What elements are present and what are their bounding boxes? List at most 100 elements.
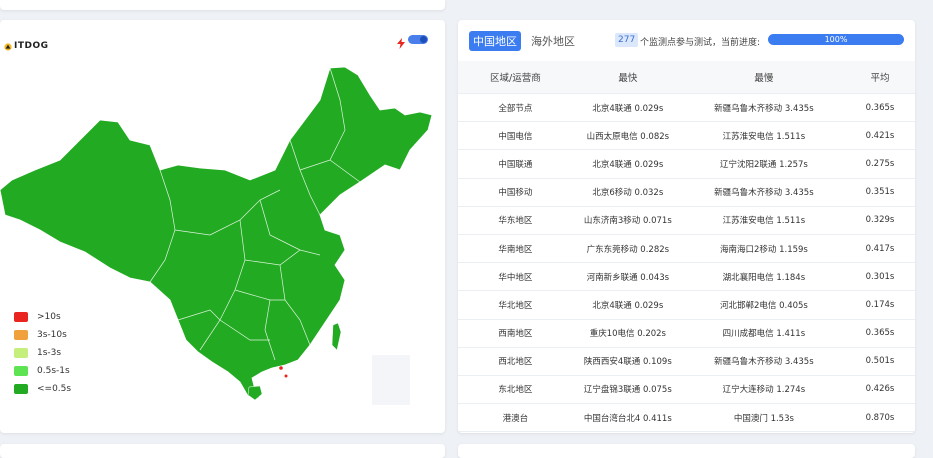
cell-region: 中国移动 xyxy=(458,178,573,207)
cell-average: 0.329s xyxy=(844,206,915,235)
column-header-average[interactable]: 平均 xyxy=(844,61,915,94)
table-row[interactable]: 西北地区 陕西西安4联通 0.109s 新疆乌鲁木齐移动 3.435s 0.501s xyxy=(458,347,915,376)
legend-label: 3s-10s xyxy=(37,330,67,340)
table-row[interactable]: 中国电信 山西太原电信 0.082s 江苏淮安电信 1.511s 0.421s xyxy=(458,121,915,151)
cell-slowest: 湖北襄阳电信 1.184s xyxy=(682,262,845,292)
table-row[interactable]: 西南地区 重庆10电信 0.202s 四川成都电信 1.411s 0.365s xyxy=(458,319,915,348)
lightning-icon xyxy=(397,34,405,53)
cell-slowest: 海南海口2移动 1.159s xyxy=(682,234,845,264)
cell-slowest: 江苏淮安电信 1.511s xyxy=(682,206,845,235)
slow-node-dot[interactable] xyxy=(279,366,283,370)
logo-text: ITDOG xyxy=(14,40,49,51)
cell-slowest: 新疆乌鲁木齐移动 3.435s xyxy=(682,93,845,123)
legend-label: 0.5s-1s xyxy=(37,366,70,376)
cell-average: 0.365s xyxy=(844,319,915,348)
cell-fastest: 北京4联通 0.029s xyxy=(572,290,683,320)
cell-region: 中国联通 xyxy=(458,149,573,179)
cell-slowest: 辽宁大连移动 1.274s xyxy=(682,375,845,405)
cell-region: 东北地区 xyxy=(458,375,573,405)
cell-average: 0.301s xyxy=(844,262,915,292)
auto-refresh-toggle[interactable] xyxy=(408,35,428,44)
table-row[interactable]: 华中地区 河南新乡联通 0.043s 湖北襄阳电信 1.184s 0.301s xyxy=(458,262,915,292)
table-row[interactable]: 华北地区 北京4联通 0.029s 河北邯郸2电信 0.405s 0.174s xyxy=(458,290,915,320)
cell-slowest: 辽宁沈阳2联通 1.257s xyxy=(682,149,845,179)
table-row[interactable]: 全部节点 北京4联通 0.029s 新疆乌鲁木齐移动 3.435s 0.365s xyxy=(458,93,915,123)
column-header-region[interactable]: 区域/运营商 xyxy=(458,61,573,94)
tab-overseas[interactable]: 海外地区 xyxy=(531,33,575,49)
cell-average: 0.417s xyxy=(844,234,915,264)
cell-region: 港澳台 xyxy=(458,403,573,433)
south-china-sea-inset xyxy=(372,355,410,405)
cell-average: 0.351s xyxy=(844,178,915,207)
cell-fastest: 山西太原电信 0.082s xyxy=(572,121,683,151)
legend-item[interactable]: 1s-3s xyxy=(14,344,71,362)
progress-status-text: 个监测点参与测试，当前进度: xyxy=(640,38,761,48)
cell-region: 西南地区 xyxy=(458,319,573,348)
cell-slowest: 江苏淮安电信 1.511s xyxy=(682,121,845,151)
legend-item[interactable]: 3s-10s xyxy=(14,326,71,344)
cell-region: 全部节点 xyxy=(458,93,573,123)
cell-region: 华南地区 xyxy=(458,234,573,264)
table-row[interactable]: 中国联通 北京4联通 0.029s 辽宁沈阳2联通 1.257s 0.275s xyxy=(458,149,915,179)
cell-slowest: 新疆乌鲁木齐移动 3.435s xyxy=(682,347,845,376)
results-table: 区域/运营商 最快 最慢 平均 全部节点 北京4联通 0.029s 新疆乌鲁木齐移动… xyxy=(458,61,915,433)
cell-fastest: 北京6移动 0.032s xyxy=(572,178,683,207)
cell-average: 0.870s xyxy=(844,403,915,433)
legend-swatch xyxy=(14,366,28,376)
cell-slowest: 四川成都电信 1.411s xyxy=(682,319,845,348)
cell-fastest: 北京4联通 0.029s xyxy=(572,149,683,179)
table-row[interactable]: 华东地区 山东济南3移动 0.071s 江苏淮安电信 1.511s 0.329s xyxy=(458,206,915,235)
legend-label: >10s xyxy=(37,312,61,322)
table-row[interactable]: 港澳台 中国台湾台北4 0.411s 中国澳门 1.53s 0.870s xyxy=(458,403,915,433)
cell-region: 中国电信 xyxy=(458,121,573,151)
results-panel: 中国地区 海外地区 277 个监测点参与测试，当前进度: 100% 区域/运营商… xyxy=(458,20,915,433)
legend-item[interactable]: <=0.5s xyxy=(14,380,71,398)
cell-fastest: 河南新乡联通 0.043s xyxy=(572,262,683,292)
cell-region: 华北地区 xyxy=(458,290,573,320)
slow-node-dot[interactable] xyxy=(284,374,288,378)
legend-swatch xyxy=(14,312,28,322)
table-row[interactable]: 中国移动 北京6移动 0.032s 新疆乌鲁木齐移动 3.435s 0.351s xyxy=(458,178,915,207)
bottom-card-edge-right xyxy=(458,444,915,458)
table-body: 全部节点 北京4联通 0.029s 新疆乌鲁木齐移动 3.435s 0.365s 中国电… xyxy=(458,93,915,433)
legend-swatch xyxy=(14,384,28,394)
cell-fastest: 重庆10电信 0.202s xyxy=(572,319,683,348)
cell-fastest: 广东东莞移动 0.282s xyxy=(572,234,683,264)
legend-label: <=0.5s xyxy=(37,384,72,394)
legend-item[interactable]: 0.5s-1s xyxy=(14,362,71,380)
progress-bar: 100% xyxy=(768,34,904,45)
cell-fastest: 山东济南3移动 0.071s xyxy=(572,206,683,235)
legend-label: 1s-3s xyxy=(37,348,62,358)
cell-fastest: 中国台湾台北4 0.411s xyxy=(572,403,683,433)
column-header-slowest[interactable]: 最慢 xyxy=(682,61,845,94)
cell-region: 华中地区 xyxy=(458,262,573,292)
cell-slowest: 河北邯郸2电信 0.405s xyxy=(682,290,845,320)
bottom-card-edge-left xyxy=(0,444,445,458)
column-header-fastest[interactable]: 最快 xyxy=(572,61,683,94)
cell-slowest: 新疆乌鲁木齐移动 3.435s xyxy=(682,178,845,207)
tab-china[interactable]: 中国地区 xyxy=(469,31,521,51)
dog-icon xyxy=(4,36,12,55)
node-count-badge: 277 xyxy=(615,33,639,47)
table-row[interactable]: 东北地区 辽宁盘锦3联通 0.075s 辽宁大连移动 1.274s 0.426s xyxy=(458,375,915,405)
cell-average: 0.174s xyxy=(844,290,915,320)
table-header-row: 区域/运营商 最快 最慢 平均 xyxy=(458,61,915,94)
latency-legend: >10s 3s-10s 1s-3s 0.5s-1s <=0.5s xyxy=(14,308,71,398)
legend-swatch xyxy=(14,348,28,358)
cell-average: 0.501s xyxy=(844,347,915,376)
itdog-logo: ITDOG xyxy=(4,36,49,55)
cell-fastest: 辽宁盘锦3联通 0.075s xyxy=(572,375,683,405)
legend-swatch xyxy=(14,330,28,340)
map-panel: ITDOG >10s 3s-10s 1s-3s 0.5s-1s <=0.5s xyxy=(0,20,445,433)
cell-fastest: 北京4联通 0.029s xyxy=(572,93,683,123)
cell-region: 华东地区 xyxy=(458,206,573,235)
cell-average: 0.421s xyxy=(844,121,915,151)
cell-fastest: 陕西西安4联通 0.109s xyxy=(572,347,683,376)
cell-slowest: 中国澳门 1.53s xyxy=(682,403,845,433)
table-row[interactable]: 华南地区 广东东莞移动 0.282s 海南海口2移动 1.159s 0.417s xyxy=(458,234,915,264)
legend-item[interactable]: >10s xyxy=(14,308,71,326)
cell-region: 西北地区 xyxy=(458,347,573,376)
top-card-edge xyxy=(0,0,445,10)
taiwan-island[interactable] xyxy=(331,322,342,351)
cell-average: 0.275s xyxy=(844,149,915,179)
